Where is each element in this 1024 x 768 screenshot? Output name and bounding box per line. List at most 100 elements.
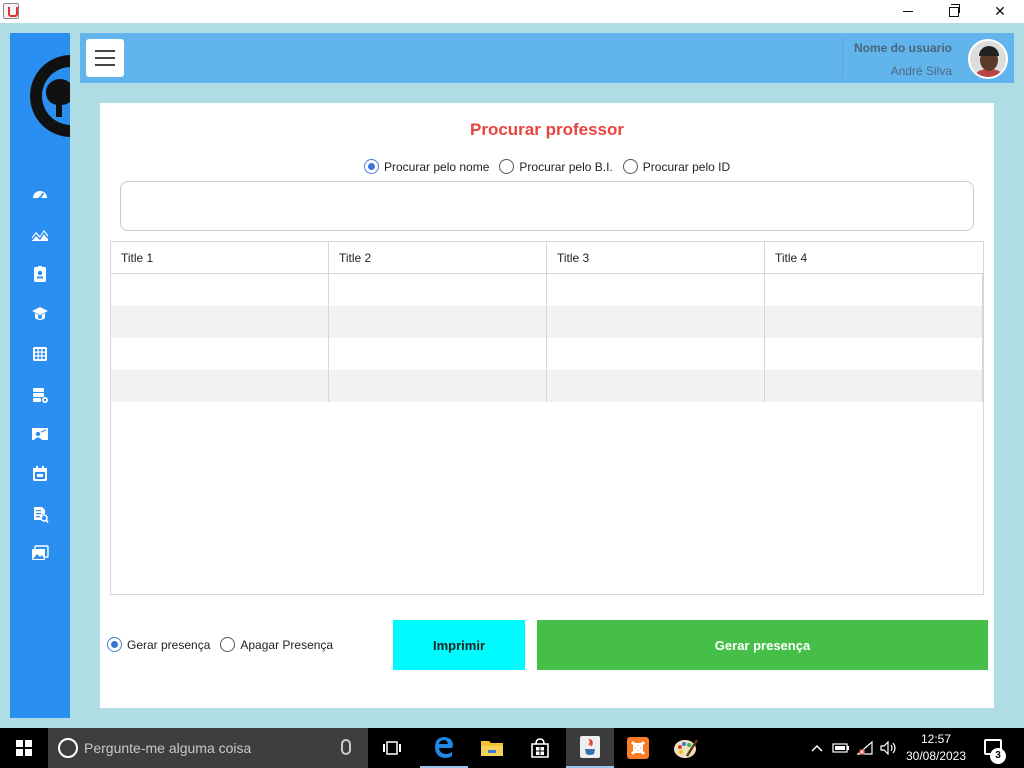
taskbar-search[interactable]: Pergunte-me alguma coisa (48, 728, 368, 768)
table-cell[interactable] (329, 338, 547, 370)
table-cell[interactable] (329, 306, 547, 338)
school-logo (30, 55, 70, 137)
battery-button[interactable] (830, 728, 852, 768)
table-cell[interactable] (111, 338, 329, 370)
table-cell[interactable] (111, 274, 329, 306)
clock-date: 30/08/2023 (905, 749, 967, 763)
microphone-icon[interactable] (341, 739, 351, 755)
column-header[interactable]: Title 3 (547, 242, 765, 274)
taskbar-clock[interactable]: 12:57 30/08/2023 (900, 731, 972, 765)
radio-search-by-name[interactable]: Procurar pelo nome (364, 159, 489, 174)
generate-presence-button[interactable]: Gerar presença (537, 620, 988, 670)
table-cell[interactable] (547, 274, 765, 306)
taskbar-xampp[interactable] (614, 728, 662, 768)
results-table: Title 1 Title 2 Title 3 Title 4 (110, 241, 984, 595)
user-name: André Silva (890, 64, 952, 78)
edge-icon (435, 737, 453, 758)
page-title: Procurar professor (470, 120, 624, 139)
table-row[interactable] (111, 338, 983, 370)
chart-icon[interactable] (31, 226, 49, 244)
taskbar-paint[interactable] (662, 728, 710, 768)
table-cell[interactable] (111, 306, 329, 338)
user-label: Nome do usuario (853, 41, 952, 55)
database-settings-icon[interactable] (31, 386, 49, 404)
table-cell[interactable] (547, 338, 765, 370)
taskbar-store[interactable] (516, 728, 564, 768)
table-cell[interactable] (765, 274, 983, 306)
taskbar-java-app[interactable] (566, 728, 614, 768)
print-button[interactable]: Imprimir (393, 620, 525, 670)
windows-logo-icon (16, 740, 32, 756)
radio-selected-icon (107, 637, 122, 652)
radio-selected-icon (364, 159, 379, 174)
network-button[interactable] (854, 728, 876, 768)
tray-overflow-button[interactable] (808, 728, 826, 768)
close-button[interactable]: ✕ (977, 0, 1023, 23)
minimize-button[interactable] (885, 0, 931, 23)
taskbar-search-placeholder: Pergunte-me alguma coisa (84, 740, 252, 756)
table-header: Title 1 Title 2 Title 3 Title 4 (111, 242, 983, 274)
radio-label: Procurar pelo nome (384, 159, 490, 174)
column-header[interactable]: Title 4 (765, 242, 983, 274)
table-cell[interactable] (329, 274, 547, 306)
graduation-cap-icon[interactable] (31, 305, 49, 323)
network-disconnected-icon (856, 740, 873, 755)
table-cell[interactable] (547, 370, 765, 402)
hamburger-menu-button[interactable] (86, 39, 124, 77)
radio-unselected-icon (220, 637, 236, 652)
radio-generate-presence[interactable]: Gerar presença (107, 637, 210, 652)
start-button[interactable] (0, 728, 48, 768)
store-icon (531, 738, 549, 758)
palette-icon (674, 739, 699, 758)
cortana-icon (58, 738, 78, 758)
search-mode-group: Procurar pelo nome Procurar pelo B.I. Pr… (364, 159, 734, 174)
table-cell[interactable] (765, 306, 983, 338)
close-icon: ✕ (994, 3, 1006, 19)
main-panel: Procurar professor Procurar pelo nome Pr… (100, 103, 994, 708)
notification-count-badge: 3 (990, 748, 1006, 764)
table-cell[interactable] (765, 338, 983, 370)
volume-button[interactable] (878, 728, 900, 768)
radio-unselected-icon (499, 159, 515, 174)
avatar[interactable] (968, 39, 1008, 79)
id-badge-icon[interactable] (31, 265, 49, 283)
table-row[interactable] (111, 306, 983, 338)
window-titlebar: ✕ (0, 0, 1024, 23)
dashboard-icon[interactable] (31, 185, 49, 203)
xampp-icon (627, 737, 649, 759)
battery-icon (832, 743, 849, 753)
table-row[interactable] (111, 370, 983, 402)
presence-mode-group: Gerar presença Apagar Presença (107, 637, 337, 652)
column-header[interactable]: Title 1 (111, 242, 329, 274)
radio-delete-presence[interactable]: Apagar Presença (220, 637, 333, 652)
calendar-icon[interactable] (31, 465, 49, 483)
radio-search-by-id[interactable]: Procurar pelo ID (622, 159, 731, 174)
radio-label: Gerar presença (127, 637, 211, 652)
table-cell[interactable] (329, 370, 547, 402)
minimize-icon (903, 11, 913, 12)
report-search-icon[interactable] (31, 506, 49, 524)
classroom-icon[interactable] (31, 425, 49, 443)
clock-time: 12:57 (920, 732, 952, 746)
table-cell[interactable] (111, 370, 329, 402)
radio-label: Procurar pelo ID (642, 159, 731, 174)
java-app-icon (3, 3, 19, 19)
calculator-icon[interactable] (31, 345, 49, 363)
table-cell[interactable] (765, 370, 983, 402)
taskbar-file-explorer[interactable] (468, 728, 516, 768)
taskbar-edge[interactable] (420, 728, 468, 768)
java-icon (580, 736, 600, 758)
search-input[interactable] (120, 181, 974, 231)
folder-icon (481, 741, 503, 756)
column-header[interactable]: Title 2 (329, 242, 547, 274)
chevron-up-icon (811, 744, 823, 752)
radio-search-by-bi[interactable]: Procurar pelo B.I. (499, 159, 613, 174)
table-row[interactable] (111, 274, 983, 306)
task-view-button[interactable] (368, 728, 416, 768)
radio-unselected-icon (622, 159, 638, 174)
maximize-button[interactable] (931, 0, 977, 23)
gallery-icon[interactable] (31, 545, 49, 563)
sidebar (10, 33, 70, 718)
taskbar: Pergunte-me alguma coisa 12:57 30/08/202… (0, 728, 1024, 768)
table-cell[interactable] (547, 306, 765, 338)
